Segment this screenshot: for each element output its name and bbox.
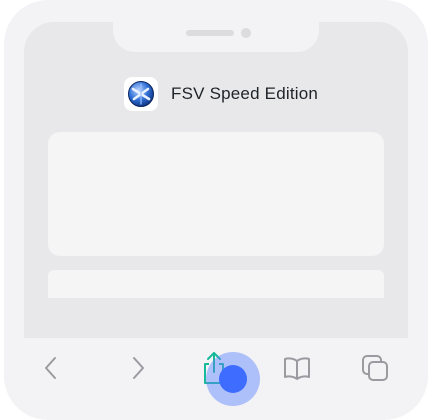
back-chevron-icon [45, 357, 56, 379]
fsv-app-icon [124, 77, 158, 111]
content-card-secondary [48, 270, 384, 298]
app-title: FSV Speed Edition [171, 84, 319, 103]
tap-indicator-dot [219, 365, 247, 393]
bookmarks-book-icon [284, 357, 310, 380]
phone-notch [113, 0, 319, 52]
tabs-button[interactable] [355, 346, 395, 390]
app-header: FSV Speed Edition [124, 77, 318, 111]
forward-chevron-icon [133, 357, 144, 379]
forward-button[interactable] [117, 346, 157, 390]
bookmarks-button[interactable] [277, 346, 317, 390]
content-card [48, 132, 384, 256]
front-camera [241, 28, 251, 38]
speaker-grille [186, 30, 234, 36]
back-button[interactable] [32, 346, 72, 390]
tabs-icon [362, 355, 388, 381]
